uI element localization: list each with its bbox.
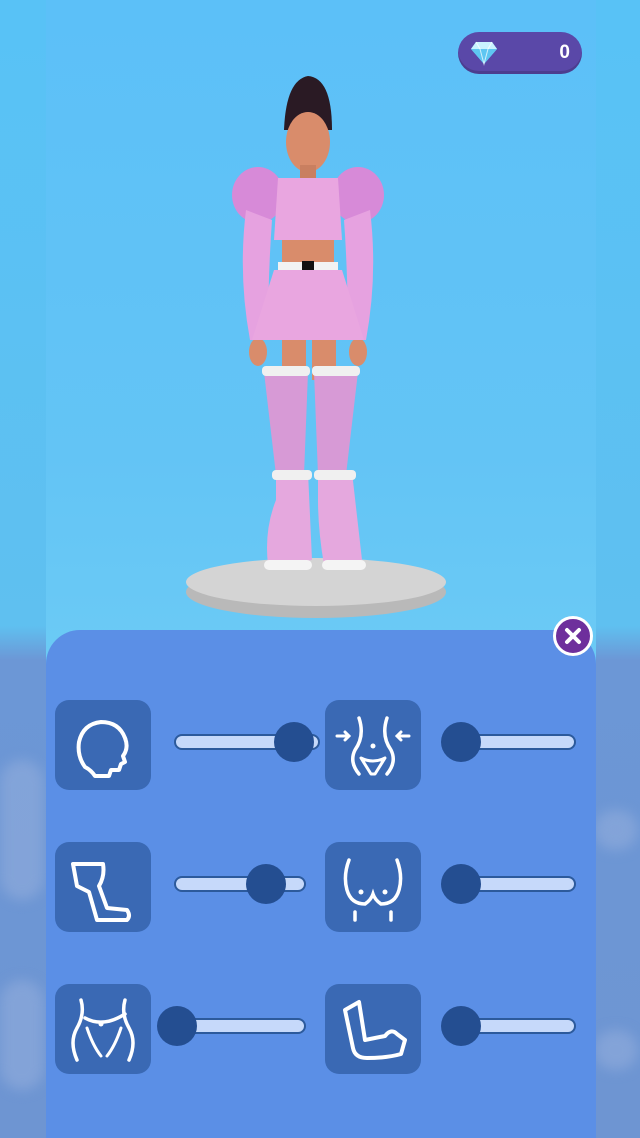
hips-tile[interactable] [55,984,151,1074]
blur-shape [0,760,44,900]
chest-slider[interactable] [441,864,576,904]
waist-tile[interactable] [325,700,421,790]
slider-thumb[interactable] [441,864,482,904]
head-tile[interactable] [55,700,151,790]
game-viewport: 0 [46,0,596,1138]
right-blur-margin [594,0,640,1138]
slider-thumb[interactable] [441,722,482,762]
legs-slider[interactable] [174,864,306,904]
slider-thumb[interactable] [273,722,314,762]
leg-icon [71,862,131,922]
character-model [186,76,446,618]
slider-thumb[interactable] [441,1006,482,1046]
arm-icon [343,1000,407,1060]
legs-tile[interactable] [55,842,151,932]
slider-thumb[interactable] [157,1006,198,1046]
waist-icon [335,716,411,776]
hips-icon [71,998,135,1062]
close-button[interactable] [553,616,593,656]
body-shape-panel [46,616,596,1138]
blur-shape [594,1030,638,1070]
slider-track [174,876,306,892]
left-blur-margin [0,0,46,1138]
hips-slider[interactable] [157,1006,306,1046]
slider-thumb[interactable] [246,864,287,904]
head-icon [76,720,129,778]
blur-shape [0,980,44,1090]
chest-icon [343,858,403,922]
pedestal-top [186,558,446,606]
waist-slider[interactable] [441,722,576,762]
arms-slider[interactable] [441,1006,576,1046]
head-slider[interactable] [174,722,320,762]
arms-tile[interactable] [325,984,421,1074]
blur-shape [594,810,638,850]
close-icon [565,628,581,644]
chest-tile[interactable] [325,842,421,932]
